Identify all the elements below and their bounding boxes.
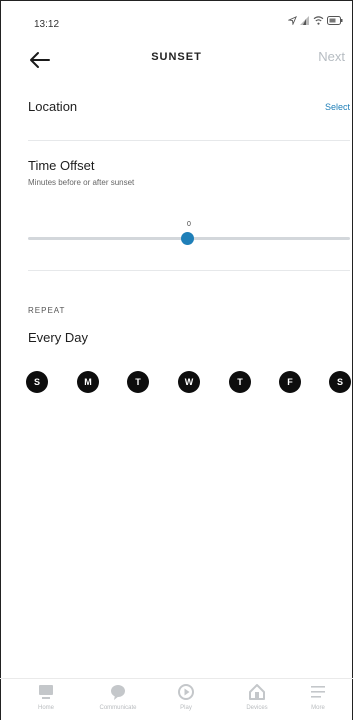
bottom-nav: Home Communicate Play Devices More (0, 678, 353, 721)
day-thursday-toggle[interactable]: T (229, 371, 251, 393)
next-button[interactable]: Next (318, 49, 345, 64)
chat-bubble-icon (111, 685, 125, 700)
slider-value: 0 (187, 221, 191, 228)
page-title: SUNSET (151, 51, 202, 63)
time-offset-subtitle: Minutes before or after sunset (28, 178, 135, 187)
nav-home-label: Home (37, 705, 54, 711)
divider (28, 140, 350, 141)
location-row[interactable]: Location Select (28, 94, 350, 124)
day-saturday-toggle[interactable]: S (329, 371, 351, 393)
status-icons (288, 16, 343, 25)
menu-icon (311, 686, 325, 698)
day-sunday-toggle[interactable]: S (26, 371, 48, 393)
day-monday-toggle[interactable]: M (77, 371, 99, 393)
nav-devices-label: Devices (246, 705, 268, 711)
time-offset-title: Time Offset (28, 158, 95, 173)
location-select-link[interactable]: Select (325, 102, 350, 112)
nav-more-label: More (311, 705, 325, 711)
day-friday-toggle[interactable]: F (279, 371, 301, 393)
time-offset-slider[interactable]: 0 (28, 216, 350, 252)
nav-play[interactable]: Play (151, 683, 221, 719)
status-bar: 13:12 (0, 0, 353, 32)
location-label: Location (28, 99, 78, 114)
nav-communicate-label: Communicate (99, 705, 137, 711)
wifi-icon (313, 16, 324, 25)
day-tuesday-toggle[interactable]: T (127, 371, 149, 393)
devices-icon (249, 684, 265, 700)
header: SUNSET Next (0, 42, 353, 78)
day-wednesday-toggle[interactable]: W (178, 371, 200, 393)
cellular-signal-icon (300, 16, 309, 25)
repeat-value[interactable]: Every Day (28, 330, 88, 345)
nav-play-label: Play (180, 705, 192, 711)
play-icon (178, 684, 194, 700)
nav-devices[interactable]: Devices (222, 683, 292, 719)
divider (28, 270, 350, 271)
battery-icon (327, 16, 343, 25)
slider-thumb[interactable] (181, 232, 194, 245)
day-selector: S M T W T F S (26, 371, 352, 395)
status-time: 13:12 (34, 19, 60, 30)
nav-more[interactable]: More (283, 683, 353, 719)
nav-home[interactable]: Home (11, 683, 81, 719)
location-arrow-icon (288, 16, 297, 25)
home-icon (39, 685, 53, 699)
repeat-section-label: REPEAT (28, 306, 66, 315)
nav-communicate[interactable]: Communicate (83, 683, 153, 719)
